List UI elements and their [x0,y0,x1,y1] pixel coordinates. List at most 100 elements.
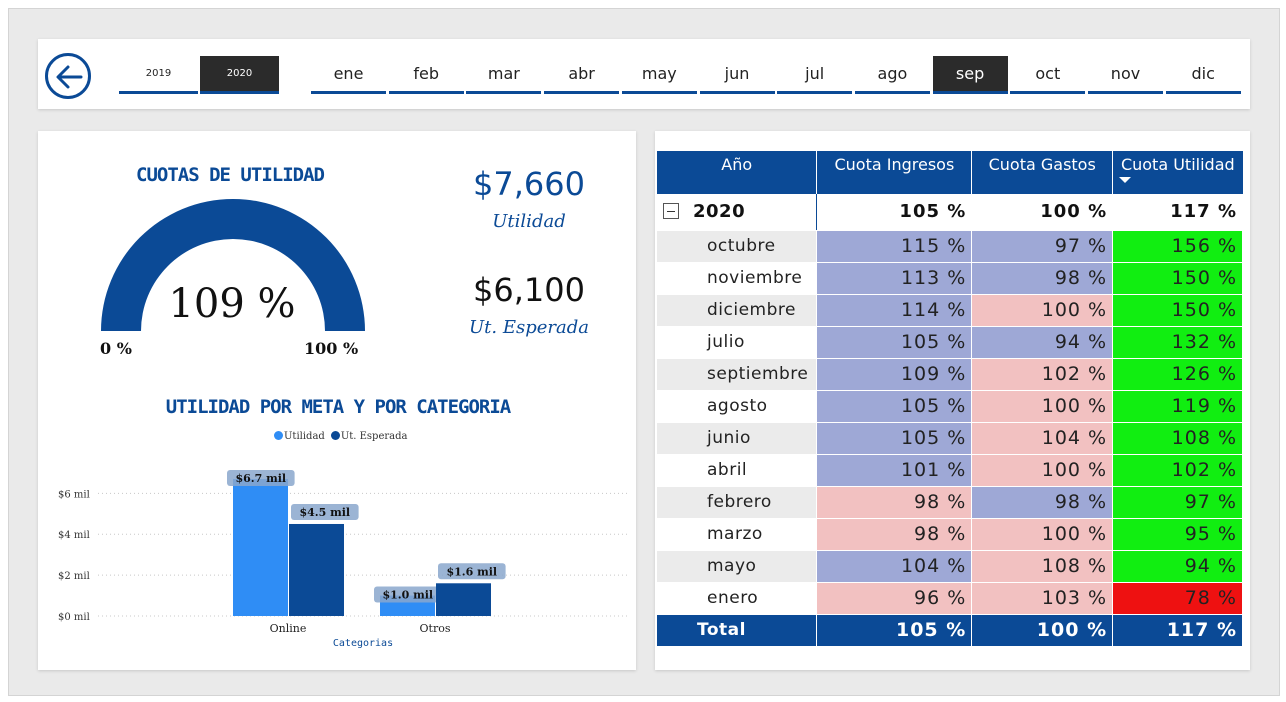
cuota-ingresos-cell: 115 % [816,230,973,263]
month-name: agosto [657,390,818,423]
bar-ut-esperada-online [289,523,344,616]
matrix-row-marzo[interactable]: marzo 98 % 100 % 95 % [657,518,1243,551]
x-tick-label: Online [270,622,307,635]
x-axis-title: Categorias [332,638,394,649]
cuota-utilidad-cell: 108 % [1112,422,1243,455]
matrix-body: 2020 105 % 100 % 117 % octubre 115 % 97 % 1… [657,194,1243,647]
cuota-ingresos-cell: 109 % [816,358,973,391]
matrix-row-septiembre[interactable]: septiembre 109 % 102 % 126 % [657,358,1243,391]
cuota-utilidad-cell: 126 % [1112,358,1243,391]
data-label: $1.6 mil [446,565,497,578]
esperada-label: Ut. Esperada [469,317,589,338]
cuota-gastos-cell: 104 % [971,422,1114,455]
matrix-row-enero[interactable]: enero 96 % 103 % 78 % [657,582,1243,615]
month-button-jul[interactable]: jul [777,56,853,94]
cuota-ingresos-cell: 104 % [816,550,973,583]
month-button-may[interactable]: may [621,56,697,94]
matrix-row-agosto[interactable]: agosto 105 % 100 % 119 % [657,390,1243,423]
esperada-value: $6,100 [473,271,585,309]
header-utilidad[interactable]: Cuota Utilidad [1112,151,1243,194]
right-panel: Año Cuota Ingresos Cuota Gastos Cuota Ut… [655,131,1250,670]
year-ingresos: 105 % [816,194,973,231]
month-name: febrero [657,486,818,519]
data-label: $6.7 mil [235,472,286,485]
x-tick-label: Otros [420,622,451,635]
cuota-utilidad-cell: 150 % [1112,262,1243,295]
header-year[interactable]: Año [657,151,818,194]
header-ingresos[interactable]: Cuota Ingresos [816,151,973,194]
matrix-row-diciembre[interactable]: diciembre 114 % 100 % 150 % [657,294,1243,327]
cuota-gastos-cell: 97 % [971,230,1114,263]
cuota-gastos-cell: 102 % [971,358,1114,391]
bar-ut-esperada-otros [436,583,491,616]
cuota-ingresos-cell: 114 % [816,294,973,327]
month-button-feb[interactable]: feb [388,56,464,94]
bar-utilidad-online [233,479,288,616]
gauge-min-label: 0 % [100,339,132,358]
cuota-ingresos-cell: 98 % [816,486,973,519]
cuota-ingresos-cell: 113 % [816,262,973,295]
header-gastos[interactable]: Cuota Gastos [971,151,1114,194]
year-gastos: 100 % [971,194,1114,231]
total-label: Total [657,614,818,647]
month-name: abril [657,454,818,487]
y-tick-label: $4 mil [58,530,90,541]
cuota-utilidad-cell: 156 % [1112,230,1243,263]
year-button-2020[interactable]: 2020 [200,56,279,94]
month-name: septiembre [657,358,818,391]
cuota-utilidad-cell: 94 % [1112,550,1243,583]
legend-item-esperada[interactable]: Ut. Esperada [330,431,407,442]
matrix-row-febrero[interactable]: febrero 98 % 98 % 97 % [657,486,1243,519]
quota-matrix: Año Cuota Ingresos Cuota Gastos Cuota Ut… [657,151,1243,647]
data-label: $4.5 mil [299,506,350,519]
cuota-ingresos-cell: 101 % [816,454,973,487]
month-name: marzo [657,518,818,551]
y-tick-label: $6 mil [58,489,90,500]
year-button-2019[interactable]: 2019 [119,56,198,94]
matrix-row-junio[interactable]: junio 105 % 104 % 108 % [657,422,1243,455]
year-cell: 2020 [657,194,818,231]
month-name: enero [657,582,818,615]
month-button-sep[interactable]: sep [932,56,1008,94]
data-label: $1.0 mil [382,589,433,602]
month-button-nov[interactable]: nov [1088,56,1163,94]
year-utilidad: 117 % [1112,194,1243,231]
legend-item-utilidad[interactable]: Utilidad [274,431,325,442]
month-button-abr[interactable]: abr [544,56,620,94]
month-name: mayo [657,550,818,583]
month-button-ago[interactable]: ago [854,56,930,94]
cuota-ingresos-cell: 105 % [816,422,973,455]
cuota-gastos-cell: 98 % [971,486,1114,519]
legend-swatch-utilidad [274,431,283,440]
month-button-ene[interactable]: ene [311,56,386,94]
matrix-header-row: Año Cuota Ingresos Cuota Gastos Cuota Ut… [657,151,1243,194]
cuota-ingresos-cell: 96 % [816,582,973,615]
cuota-gastos-cell: 100 % [971,454,1114,487]
year-label: 2020 [693,201,746,223]
back-button[interactable] [45,53,91,99]
month-button-jun[interactable]: jun [699,56,775,94]
month-name: junio [657,422,818,455]
chart-legend: Utilidad Ut. Esperada [274,431,407,442]
arrow-left-icon [56,65,83,89]
total-gastos: 100 % [971,614,1114,647]
gauge-title: CUOTAS DE UTILIDAD [136,164,325,186]
year-row: 2020 105 % 100 % 117 % [657,194,1243,231]
total-ingresos: 105 % [816,614,973,647]
cuota-ingresos-cell: 98 % [816,518,973,551]
matrix-row-octubre[interactable]: octubre 115 % 97 % 156 % [657,230,1243,263]
matrix-row-mayo[interactable]: mayo 104 % 108 % 94 % [657,550,1243,583]
cuota-gastos-cell: 98 % [971,262,1114,295]
collapse-icon[interactable] [663,203,679,220]
month-button-dic[interactable]: dic [1165,56,1241,94]
gauge-max-label: 100 % [304,339,359,358]
matrix-row-noviembre[interactable]: noviembre 113 % 98 % 150 % [657,262,1243,295]
left-panel: CUOTAS DE UTILIDAD 109 % 0 % 100 % $7,66… [38,131,636,670]
total-row: Total 105 % 100 % 117 % [657,614,1243,647]
y-tick-label: $0 mil [58,612,90,623]
matrix-row-abril[interactable]: abril 101 % 100 % 102 % [657,454,1243,487]
month-button-mar[interactable]: mar [466,56,542,94]
cuota-gastos-cell: 94 % [971,326,1114,359]
matrix-row-julio[interactable]: julio 105 % 94 % 132 % [657,326,1243,359]
month-button-oct[interactable]: oct [1010,56,1086,94]
